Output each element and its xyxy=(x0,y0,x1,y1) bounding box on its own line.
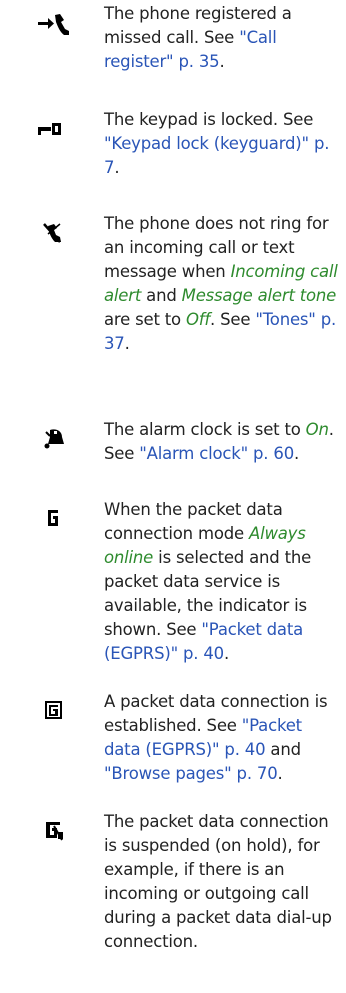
packet-data-established-icon xyxy=(36,696,72,724)
status-indicator-list: The phone registered a missed call. See … xyxy=(0,0,346,993)
on-value: On xyxy=(305,420,329,439)
indicator-description: The phone does not ring for an incoming … xyxy=(104,214,338,353)
message-alert-tone-setting: Message alert tone xyxy=(181,286,337,305)
missed-call-icon xyxy=(36,8,72,36)
indicator-entry-packet-data-established: A packet data connection is established.… xyxy=(0,690,346,783)
indicator-description: The phone registered a missed call. See … xyxy=(104,4,292,71)
packet-data-available-icon xyxy=(36,504,72,532)
alarm-clock-link[interactable]: "Alarm clock" p. 60 xyxy=(139,444,294,463)
indicator-entry-alarm: The alarm clock is set to On. See "Alarm… xyxy=(0,418,346,478)
off-value: Off xyxy=(186,310,211,329)
indicator-description: A packet data connection is established.… xyxy=(104,692,328,783)
indicator-entry-packet-data-available: When the packet data connection mode Alw… xyxy=(0,498,346,670)
alarm-clock-icon xyxy=(36,424,72,452)
indicator-description: The packet data connection is suspended … xyxy=(104,812,332,951)
indicator-entry-silent: The phone does not ring for an incoming … xyxy=(0,212,346,412)
indicator-description: The alarm clock is set to On. See "Alarm… xyxy=(104,420,334,463)
indicator-description: The keypad is locked. See "Keypad lock (… xyxy=(104,110,330,177)
indicator-entry-missed-call: The phone registered a missed call. See … xyxy=(0,2,346,92)
packet-data-suspended-icon xyxy=(36,816,72,844)
keypad-lock-icon xyxy=(36,114,72,142)
browse-pages-link[interactable]: "Browse pages" p. 70 xyxy=(104,764,278,783)
indicator-entry-keypad-lock: The keypad is locked. See "Keypad lock (… xyxy=(0,108,346,198)
silent-ringing-icon xyxy=(36,218,72,246)
indicator-entry-packet-data-suspended: The packet data connection is suspended … xyxy=(0,810,346,985)
indicator-description: When the packet data connection mode Alw… xyxy=(104,500,312,663)
keypad-lock-link[interactable]: "Keypad lock (keyguard)" p. 7 xyxy=(104,134,329,177)
